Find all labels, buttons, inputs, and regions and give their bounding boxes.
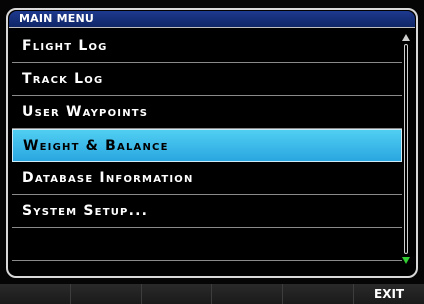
softkey-5[interactable] — [283, 284, 355, 304]
menu-item-flight-log[interactable]: Flight Log — [12, 30, 402, 63]
menu-item-database-information[interactable]: Database Information — [12, 162, 402, 195]
menu-item-system-setup[interactable]: System Setup... — [12, 195, 402, 228]
main-menu-list: Flight Log Track Log User Waypoints Weig… — [12, 30, 402, 261]
main-menu-title-bar: MAIN MENU — [9, 11, 415, 28]
menu-item-user-waypoints[interactable]: User Waypoints — [12, 96, 402, 129]
menu-item-label: System Setup... — [22, 203, 149, 219]
display-bezel: MAIN MENU Flight Log Track Log User Wayp… — [0, 0, 424, 304]
scroll-down-arrow-icon[interactable] — [402, 257, 410, 264]
menu-item-label: Database Information — [22, 170, 194, 186]
menu-scrollbar[interactable] — [402, 34, 410, 264]
softkey-1[interactable] — [0, 284, 71, 304]
softkey-3[interactable] — [141, 284, 213, 304]
menu-item-weight-balance[interactable]: Weight & Balance — [12, 129, 402, 162]
softkey-2[interactable] — [70, 284, 142, 304]
softkey-4[interactable] — [212, 284, 284, 304]
menu-item-track-log[interactable]: Track Log — [12, 63, 402, 96]
menu-item-label: Weight & Balance — [23, 138, 169, 154]
exit-softkey[interactable]: EXIT — [354, 284, 424, 304]
menu-item-label: Flight Log — [22, 38, 108, 54]
softkey-bar: EXIT — [0, 284, 424, 304]
menu-item-label: User Waypoints — [22, 104, 149, 120]
scroll-track[interactable] — [404, 44, 408, 254]
menu-item-empty — [12, 228, 402, 261]
scroll-up-arrow-icon[interactable] — [402, 34, 410, 41]
menu-item-label: Track Log — [22, 71, 104, 87]
main-menu-title: MAIN MENU — [19, 12, 94, 25]
main-menu-panel: MAIN MENU Flight Log Track Log User Wayp… — [6, 8, 418, 278]
